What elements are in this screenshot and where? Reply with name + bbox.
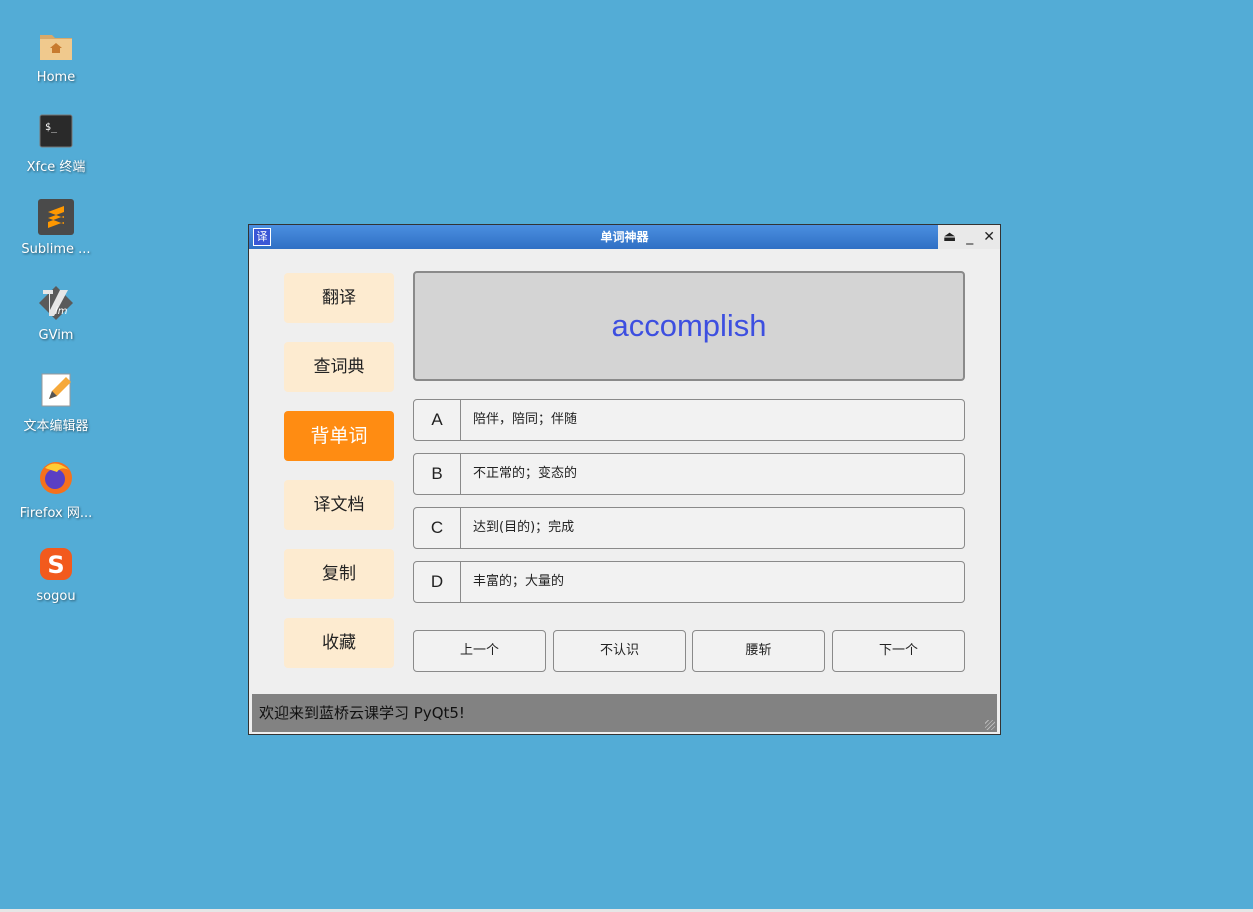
chop-button[interactable]: 腰斩 bbox=[692, 630, 825, 672]
app-window: 译 单词神器 ⏏ _ ✕ 翻译 查词典 背单词 译文档 复制 收藏 accomp… bbox=[248, 224, 1001, 735]
option-meaning: 丰富的；大量的 bbox=[473, 574, 565, 589]
desktop-icon-terminal[interactable]: $_ Xfce 终端 bbox=[10, 112, 102, 192]
status-message: 欢迎来到蓝桥云课学习 PyQt5! bbox=[259, 704, 465, 722]
terminal-icon: $_ bbox=[37, 112, 75, 150]
sogou-icon: S bbox=[37, 545, 75, 583]
desktop-icon-label: Firefox 网... bbox=[19, 506, 93, 521]
option-c[interactable]: C 达到(目的)；完成 bbox=[413, 507, 965, 549]
desktop-icon-sogou[interactable]: S sogou bbox=[10, 545, 102, 625]
option-meaning: 陪伴，陪同；伴随 bbox=[473, 412, 578, 427]
title-bar[interactable]: 译 单词神器 ⏏ _ ✕ bbox=[249, 225, 1000, 249]
resize-grip-icon[interactable] bbox=[985, 720, 995, 730]
desktop-icon-label: Sublime ... bbox=[21, 242, 91, 257]
previous-button[interactable]: 上一个 bbox=[413, 630, 546, 672]
dictionary-button[interactable]: 查词典 bbox=[284, 342, 394, 392]
option-d[interactable]: D 丰富的；大量的 bbox=[413, 561, 965, 603]
text-editor-icon bbox=[37, 371, 75, 409]
desktop-icon-sublime[interactable]: Sublime ... bbox=[10, 198, 102, 278]
copy-button[interactable]: 复制 bbox=[284, 549, 394, 599]
translate-document-button[interactable]: 译文档 bbox=[284, 480, 394, 530]
svg-text:im: im bbox=[55, 306, 68, 317]
desktop-icon-home[interactable]: Home bbox=[10, 26, 102, 106]
desktop-icon-text-editor[interactable]: 文本编辑器 bbox=[10, 371, 102, 451]
favorites-button[interactable]: 收藏 bbox=[284, 618, 394, 668]
option-letter: D bbox=[414, 562, 461, 602]
desktop-icon-label: Home bbox=[36, 70, 76, 85]
option-letter: C bbox=[414, 508, 461, 548]
home-folder-icon bbox=[37, 26, 75, 64]
window-title: 单词神器 bbox=[600, 230, 649, 244]
word-display: accomplish bbox=[413, 271, 965, 381]
desktop-icon-label: 文本编辑器 bbox=[23, 419, 89, 434]
svg-text:S: S bbox=[47, 551, 64, 579]
sublime-text-icon bbox=[37, 198, 75, 236]
vim-icon: im bbox=[37, 284, 75, 322]
status-bar: 欢迎来到蓝桥云课学习 PyQt5! bbox=[252, 694, 997, 732]
next-button[interactable]: 下一个 bbox=[832, 630, 965, 672]
option-letter: B bbox=[414, 454, 461, 494]
minimize-icon[interactable]: _ bbox=[966, 229, 973, 245]
option-meaning: 达到(目的)；完成 bbox=[473, 520, 575, 535]
window-controls: ⏏ _ ✕ bbox=[938, 225, 1000, 249]
desktop-icon-firefox[interactable]: Firefox 网... bbox=[10, 458, 102, 538]
option-letter: A bbox=[414, 400, 461, 440]
firefox-icon bbox=[37, 458, 75, 496]
option-meaning: 不正常的；变态的 bbox=[473, 466, 578, 481]
desktop-icon-label: GVim bbox=[38, 328, 74, 343]
dont-know-button[interactable]: 不认识 bbox=[553, 630, 686, 672]
desktop-icon-label: sogou bbox=[36, 589, 76, 604]
desktop-icon-gvim[interactable]: im GVim bbox=[10, 284, 102, 364]
shade-icon[interactable]: ⏏ bbox=[943, 229, 956, 245]
desktop-icon-label: Xfce 终端 bbox=[26, 160, 86, 175]
option-a[interactable]: A 陪伴，陪同；伴随 bbox=[413, 399, 965, 441]
close-icon[interactable]: ✕ bbox=[983, 229, 995, 245]
svg-text:$_: $_ bbox=[45, 122, 58, 133]
translate-button[interactable]: 翻译 bbox=[284, 273, 394, 323]
option-b[interactable]: B 不正常的；变态的 bbox=[413, 453, 965, 495]
memorize-words-button[interactable]: 背单词 bbox=[284, 411, 394, 461]
